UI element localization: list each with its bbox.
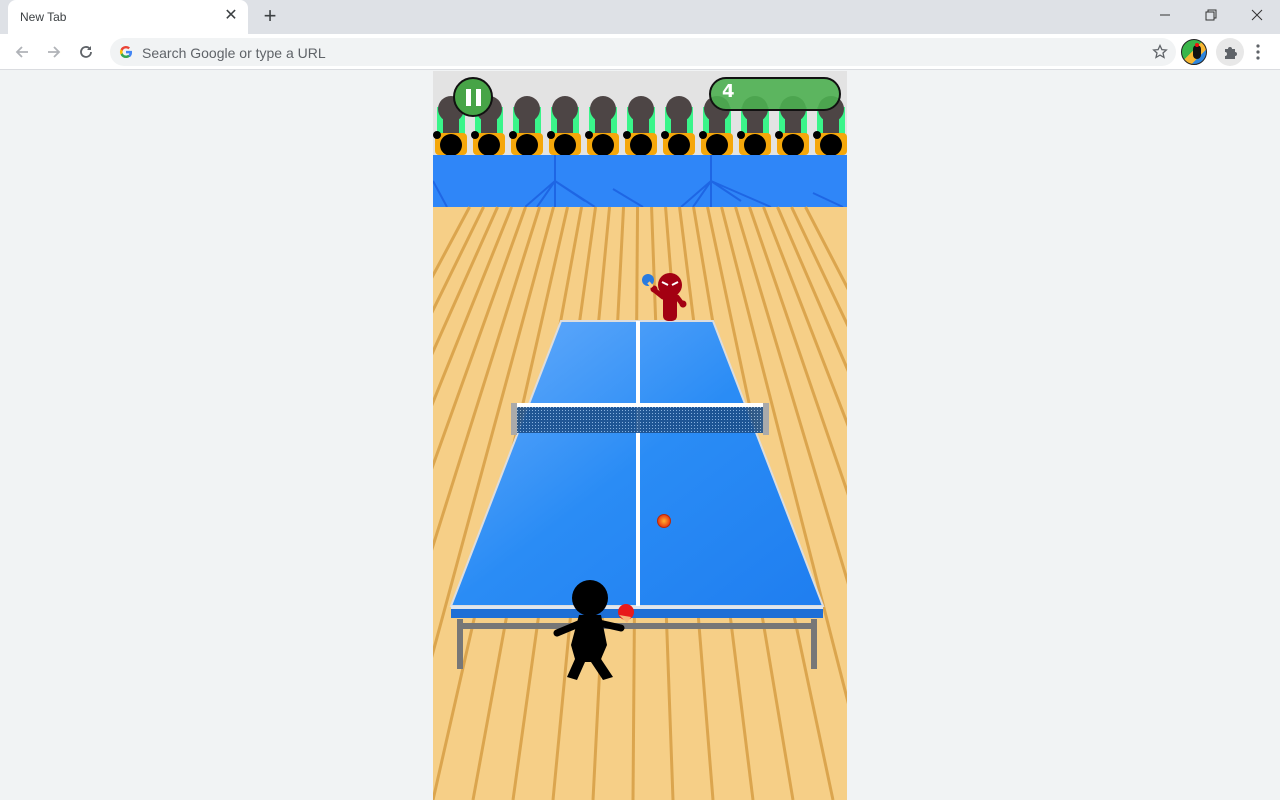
front-spectator-head [478,134,500,156]
front-spectator-head [744,134,766,156]
front-spectator-head [440,134,462,156]
front-spectator-fist [699,131,707,139]
tab-new-tab[interactable]: New Tab ✕ [8,0,248,34]
front-spectator-head [630,134,652,156]
banner-wall [433,155,847,207]
minimize-button[interactable] [1142,0,1188,30]
front-spectator-head [554,134,576,156]
menu-button[interactable] [1250,42,1266,62]
front-spectator-fist [547,131,555,139]
net-post-right [763,403,769,435]
pause-icon [465,88,481,106]
score-value: 4 [722,81,735,102]
profile-avatar[interactable] [1181,39,1207,65]
front-spectator-fist [471,131,479,139]
reload-button[interactable] [72,38,100,66]
toolbar: Search Google or type a URL [0,34,1280,70]
back-button[interactable] [8,38,36,66]
forward-arrow-icon [48,46,61,58]
pause-button[interactable] [453,77,493,117]
puzzle-icon [1225,47,1237,59]
front-spectator-fist [585,131,593,139]
title-bar: New Tab ✕ + [0,0,1280,34]
game-canvas[interactable]: 4 [433,71,847,800]
extensions-button[interactable] [1216,38,1244,66]
new-tab-button[interactable]: + [258,5,282,29]
restore-button[interactable] [1188,0,1234,30]
forward-button[interactable] [40,38,68,66]
net-post-left [511,403,517,435]
close-icon[interactable]: ✕ [222,7,240,25]
restore-icon [1205,9,1217,21]
front-spectator-head [706,134,728,156]
front-spectator-fist [623,131,631,139]
front-spectator-head [782,134,804,156]
front-spectator-fist [737,131,745,139]
front-spectator-head [668,134,690,156]
front-spectator-fist [775,131,783,139]
front-spectator-fist [813,131,821,139]
front-spectator-head [516,134,538,156]
front-spectator-head [592,134,614,156]
tab-title: New Tab [20,10,67,24]
reload-icon [80,46,92,58]
net-tape [517,403,763,407]
front-spectator-fist [433,131,441,139]
kebab-menu-icon [1256,44,1260,60]
front-spectator-fist [661,131,669,139]
table-edge-highlight [451,606,823,609]
bookmark-star-icon[interactable] [1152,44,1168,60]
minimize-icon [1160,14,1170,16]
front-spectator-head [820,134,842,156]
net [517,405,763,433]
omnibox-placeholder: Search Google or type a URL [142,45,326,61]
front-spectator-fist [509,131,517,139]
close-window-icon [1251,9,1263,21]
google-g-icon [119,45,133,59]
ball [657,514,671,528]
close-window-button[interactable] [1234,0,1280,30]
back-arrow-icon [15,46,28,58]
omnibox[interactable]: Search Google or type a URL [110,38,1176,66]
game-scene [433,71,847,800]
